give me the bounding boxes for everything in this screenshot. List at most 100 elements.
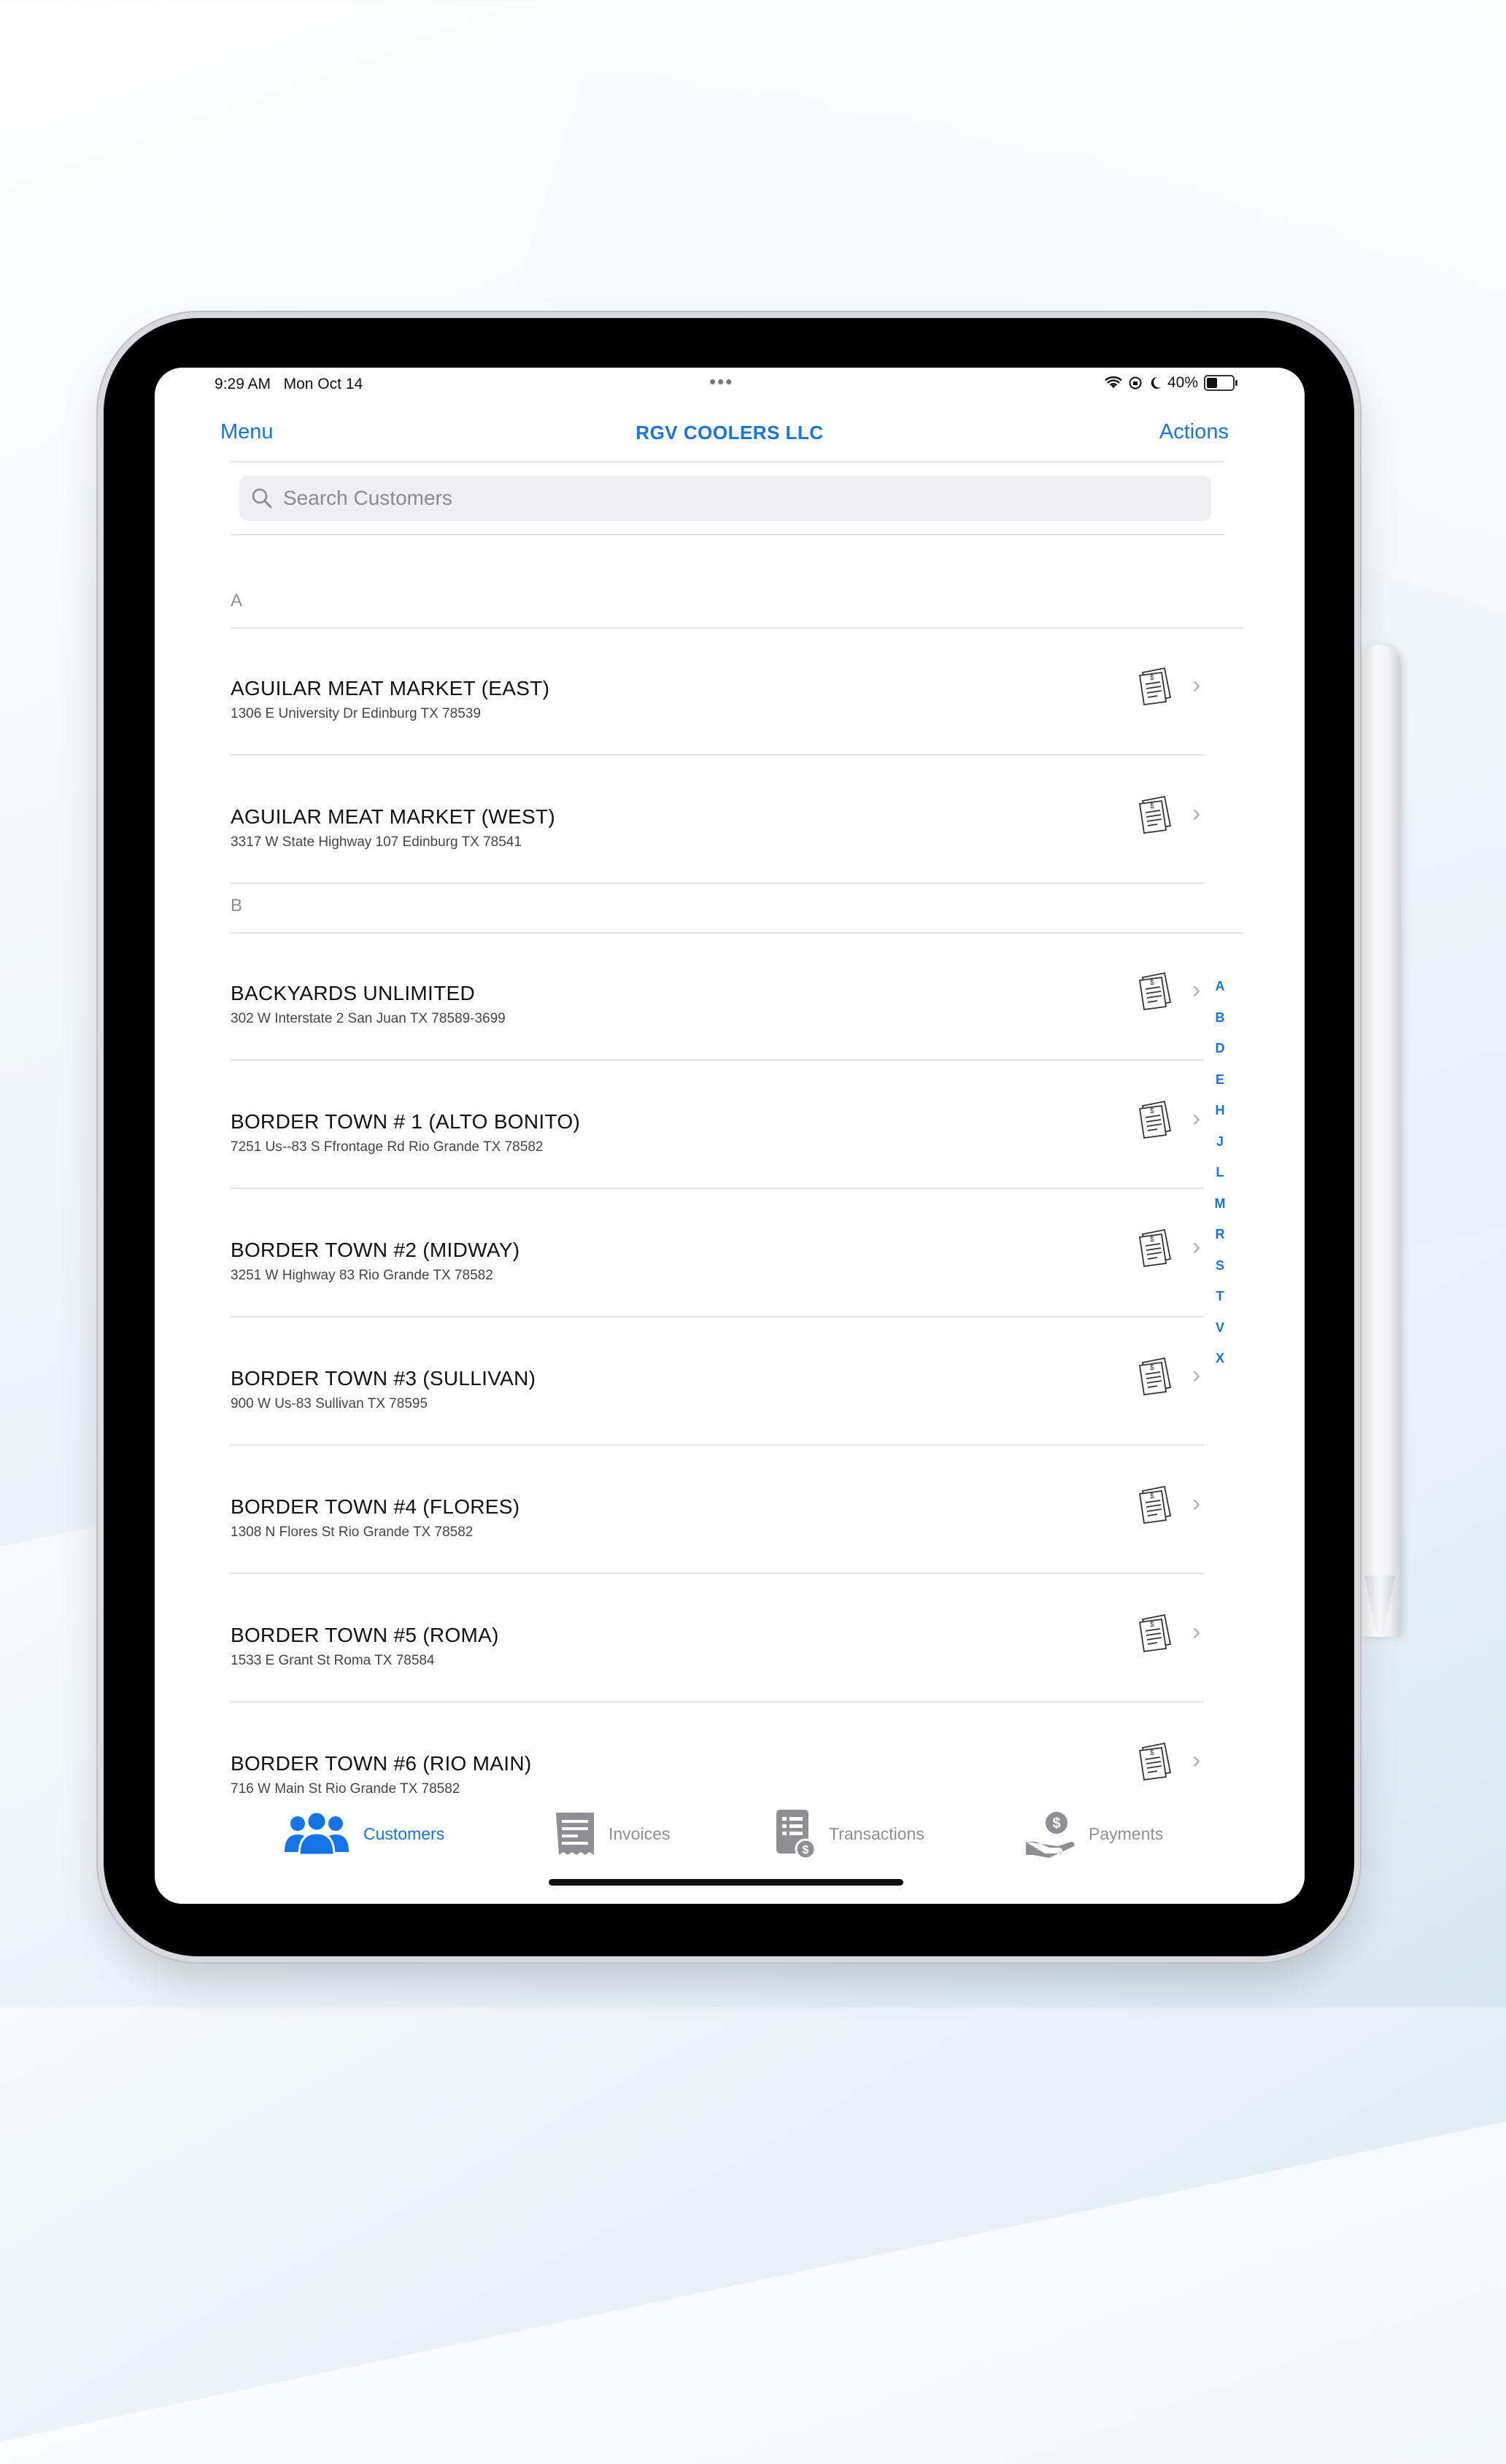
invoice-icon[interactable]: $ [1135,1612,1176,1653]
svg-text:$: $ [1052,1816,1060,1832]
invoice-icon[interactable]: $ [1135,1355,1176,1396]
customer-name: BORDER TOWN # 1 (ALTO BONITO) [231,1110,581,1133]
tab-payments[interactable]: $ Payments [1024,1805,1163,1863]
tab-invoices[interactable]: Invoices [553,1805,670,1863]
tab-bar: Customers Invoices $ Transactions $ Paym… [155,1805,1305,1904]
orientation-lock-icon [1129,376,1142,390]
svg-text:$: $ [1150,1236,1154,1244]
status-time: 9:29 AM Mon Oct 14 [215,376,363,392]
customer-address: 716 W Main St Rio Grande TX 78582 [231,1781,460,1797]
tab-label: Transactions [829,1824,924,1843]
customer-address: 3317 W State Highway 107 Edinburg TX 785… [231,834,522,850]
tab-label: Payments [1089,1824,1164,1843]
search-bar[interactable] [239,476,1211,521]
search-input[interactable] [282,486,1160,511]
section-index[interactable]: ABDEHJLMRSTVX [1211,979,1229,1382]
battery-icon [1204,375,1237,391]
customer-row[interactable]: BORDER TOWN #5 (ROMA) 1533 E Grant St Rom… [231,1574,1204,1702]
index-letter[interactable]: E [1211,1072,1229,1104]
customer-row[interactable]: BORDER TOWN #4 (FLORES) 1308 N Flores St … [231,1446,1204,1574]
transactions-icon: $ [776,1810,816,1859]
index-letter[interactable]: H [1211,1103,1229,1134]
customer-name: BORDER TOWN #4 (FLORES) [231,1495,520,1518]
svg-text:$: $ [803,1844,809,1856]
tab-label: Customers [363,1824,445,1843]
invoice-icon[interactable]: $ [1135,970,1176,1011]
home-indicator[interactable] [549,1879,903,1886]
customer-address: 900 W Us-83 Sullivan TX 78595 [231,1396,428,1411]
svg-text:$: $ [1150,1364,1154,1372]
svg-text:$: $ [1150,674,1154,682]
customer-name: BORDER TOWN #5 (ROMA) [231,1624,499,1646]
svg-text:$: $ [1150,802,1154,810]
page-title: RGV COOLERS LLC [636,422,824,443]
customer-address: 3251 W Highway 83 Rio Grande TX 78582 [231,1268,493,1283]
customer-row[interactable]: AGUILAR MEAT MARKET (EAST) 1306 E Univers… [231,627,1204,756]
chevron-right-icon: › [1192,976,1201,1004]
tab-transactions[interactable]: $ Transactions [773,1805,924,1863]
section-header: A [231,591,243,611]
payments-icon: $ [1026,1812,1075,1858]
customer-name: BORDER TOWN #6 (RIO MAIN) [231,1752,532,1775]
customer-row[interactable]: BORDER TOWN # 1 (ALTO BONITO) 7251 Us--83… [231,1061,1204,1189]
invoice-icon[interactable]: $ [1135,1740,1176,1781]
chevron-right-icon: › [1192,799,1201,827]
index-letter[interactable]: D [1211,1041,1229,1072]
invoice-icon[interactable]: $ [1135,665,1176,706]
row-separator [231,883,1204,884]
customer-row[interactable]: BORDER TOWN #3 (SULLIVAN) 900 W Us-83 Sul… [231,1317,1204,1446]
moon-icon [1151,376,1161,389]
search-icon [252,488,272,508]
customers-icon [285,1811,349,1856]
multitask-dots[interactable]: ••• [709,371,733,393]
index-letter[interactable]: M [1211,1196,1229,1228]
tablet-device: 9:29 AM Mon Oct 14 ••• 40% Menu RGV COOL… [104,318,1354,1956]
search-divider [231,534,1224,535]
index-letter[interactable]: J [1211,1134,1229,1166]
status-icons: 40% [1105,374,1237,392]
index-letter[interactable]: L [1211,1165,1229,1196]
actions-button[interactable]: Actions [1159,420,1229,444]
svg-text:$: $ [1150,979,1154,987]
customer-name: BORDER TOWN #3 (SULLIVAN) [231,1367,536,1390]
customer-name: BORDER TOWN #2 (MIDWAY) [231,1239,520,1261]
index-letter[interactable]: X [1211,1351,1229,1382]
customer-address: 7251 Us--83 S Ffrontage Rd Rio Grande TX… [231,1139,544,1155]
svg-text:$: $ [1150,1492,1154,1500]
invoice-icon[interactable]: $ [1135,1484,1176,1524]
battery-fill [1207,378,1217,388]
nav-divider [231,461,1224,462]
customer-name: BACKYARDS UNLIMITED [231,982,476,1004]
tab-customers[interactable]: Customers [282,1805,444,1863]
index-letter[interactable]: A [1211,979,1229,1010]
svg-text:$: $ [1150,1749,1154,1757]
invoice-icon[interactable]: $ [1135,1227,1176,1268]
svg-text:$: $ [1150,1621,1154,1629]
chevron-right-icon: › [1192,1233,1201,1260]
index-letter[interactable]: B [1211,1010,1229,1042]
index-letter[interactable]: T [1211,1289,1229,1320]
customer-address: 1306 E University Dr Edinburg TX 78539 [231,706,481,721]
customer-row[interactable]: BORDER TOWN #2 (MIDWAY) 3251 W Highway 83… [231,1189,1204,1317]
customer-name: AGUILAR MEAT MARKET (WEST) [231,805,555,828]
customer-row[interactable]: BACKYARDS UNLIMITED 302 W Interstate 2 Sa… [231,932,1204,1061]
customer-row[interactable]: AGUILAR MEAT MARKET (WEST) 3317 W State H… [231,756,1204,884]
stylus-pencil [1359,645,1401,1637]
invoices-icon [556,1813,594,1855]
index-letter[interactable]: S [1211,1258,1229,1290]
svg-text:$: $ [1150,1107,1154,1115]
chevron-right-icon: › [1192,1489,1201,1517]
wifi-icon [1105,376,1122,388]
chevron-right-icon: › [1192,1104,1201,1132]
customer-address: 302 W Interstate 2 San Juan TX 78589-369… [231,1011,506,1026]
index-letter[interactable]: R [1211,1227,1229,1258]
navigation-bar: Menu RGV COOLERS LLC Actions [155,411,1305,454]
invoice-icon[interactable]: $ [1135,1099,1176,1139]
invoice-icon[interactable]: $ [1135,794,1176,834]
index-letter[interactable]: V [1211,1320,1229,1352]
chevron-right-icon: › [1192,1361,1201,1389]
chevron-right-icon: › [1192,671,1201,699]
customer-address: 1308 N Flores St Rio Grande TX 78582 [231,1524,474,1540]
tab-label: Invoices [609,1824,671,1843]
customer-name: AGUILAR MEAT MARKET (EAST) [231,677,550,700]
